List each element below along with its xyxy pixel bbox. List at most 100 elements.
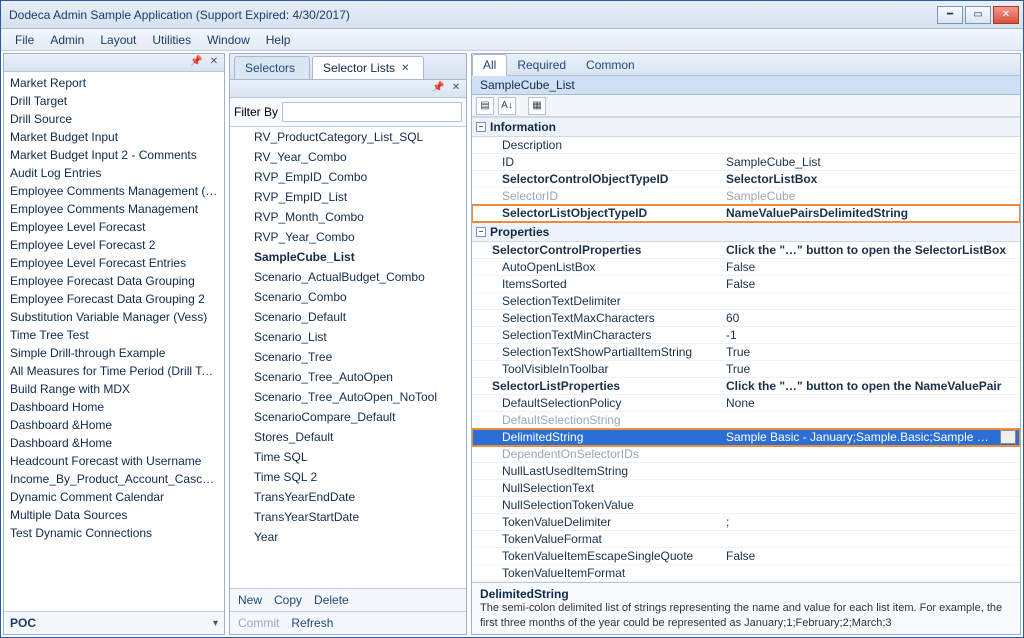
- list-item[interactable]: TransYearStartDate: [230, 507, 466, 527]
- category-information[interactable]: −Information: [472, 117, 1020, 137]
- property-value[interactable]: SampleCube_List: [722, 154, 1020, 170]
- tree-item[interactable]: Dashboard &Home: [4, 434, 224, 452]
- collapse-icon[interactable]: −: [476, 122, 486, 132]
- property-row[interactable]: TokenValueItemFormat: [472, 565, 1020, 582]
- list-item[interactable]: RV_ProductCategory_List_SQL: [230, 127, 466, 147]
- list-item[interactable]: RVP_EmpID_Combo: [230, 167, 466, 187]
- property-value[interactable]: [722, 293, 1020, 309]
- property-row[interactable]: SelectionTextShowPartialItemStringTrue: [472, 344, 1020, 361]
- property-row[interactable]: NullSelectionTokenValue: [472, 497, 1020, 514]
- property-row[interactable]: SelectionTextDelimiter: [472, 293, 1020, 310]
- list-item[interactable]: Scenario_ActualBudget_Combo: [230, 267, 466, 287]
- maximize-button[interactable]: ▭: [965, 6, 991, 24]
- list-item[interactable]: RVP_EmpID_List: [230, 187, 466, 207]
- selector-list[interactable]: RV_ProductCategory_List_SQLRV_Year_Combo…: [230, 127, 466, 588]
- new-action[interactable]: New: [238, 593, 262, 607]
- property-value[interactable]: [722, 137, 1020, 153]
- property-value[interactable]: [722, 412, 1020, 428]
- property-value[interactable]: None: [722, 395, 1020, 411]
- list-item[interactable]: RVP_Year_Combo: [230, 227, 466, 247]
- property-row[interactable]: SelectorControlPropertiesClick the "…" b…: [472, 242, 1020, 259]
- property-grid[interactable]: −InformationDescriptionIDSampleCube_List…: [472, 117, 1020, 582]
- property-row[interactable]: IDSampleCube_List: [472, 154, 1020, 171]
- property-value[interactable]: False: [722, 276, 1020, 292]
- property-value[interactable]: [722, 446, 1020, 462]
- property-value[interactable]: [722, 531, 1020, 547]
- property-row[interactable]: SelectorListPropertiesClick the "…" butt…: [472, 378, 1020, 395]
- list-item[interactable]: Time SQL 2: [230, 467, 466, 487]
- panel-close-icon[interactable]: ✕: [208, 57, 220, 69]
- list-item[interactable]: Scenario_Tree_AutoOpen: [230, 367, 466, 387]
- property-row[interactable]: TokenValueFormat: [472, 531, 1020, 548]
- tree-item[interactable]: Dynamic Comment Calendar: [4, 488, 224, 506]
- tree-item[interactable]: Market Report: [4, 74, 224, 92]
- property-value[interactable]: Click the "…" button to open the Selecto…: [722, 242, 1020, 258]
- tree-item[interactable]: Simple Drill-through Example: [4, 344, 224, 362]
- tab-selectors[interactable]: Selectors: [234, 56, 310, 79]
- tree-item[interactable]: Drill Source: [4, 110, 224, 128]
- views-footer-label[interactable]: POC: [10, 616, 36, 630]
- property-value[interactable]: True: [722, 361, 1020, 377]
- close-button[interactable]: ✕: [993, 6, 1019, 24]
- property-row[interactable]: DefaultSelectionPolicyNone: [472, 395, 1020, 412]
- property-value[interactable]: 60: [722, 310, 1020, 326]
- prop-tab-all[interactable]: All: [472, 54, 507, 76]
- menu-file[interactable]: File: [7, 33, 42, 47]
- list-item[interactable]: Year: [230, 527, 466, 547]
- category-properties[interactable]: −Properties: [472, 222, 1020, 242]
- property-value[interactable]: True: [722, 344, 1020, 360]
- pin-icon[interactable]: 📌: [432, 83, 444, 95]
- list-item[interactable]: Time SQL: [230, 447, 466, 467]
- tree-item[interactable]: Substitution Variable Manager (Vess): [4, 308, 224, 326]
- list-item[interactable]: Stores_Default: [230, 427, 466, 447]
- ellipsis-button[interactable]: …: [1000, 430, 1016, 444]
- property-value[interactable]: ;: [722, 514, 1020, 530]
- tree-item[interactable]: Employee Level Forecast Entries: [4, 254, 224, 272]
- property-row[interactable]: SelectionTextMinCharacters-1: [472, 327, 1020, 344]
- tree-item[interactable]: Employee Forecast Data Grouping 2: [4, 290, 224, 308]
- prop-tab-required[interactable]: Required: [507, 55, 576, 75]
- property-row[interactable]: NullSelectionText: [472, 480, 1020, 497]
- tree-item[interactable]: Employee Comments Management: [4, 200, 224, 218]
- tree-item[interactable]: Employee Comments Management (E…: [4, 182, 224, 200]
- chevron-down-icon[interactable]: ▾: [213, 618, 218, 629]
- tree-item[interactable]: Multiple Data Sources: [4, 506, 224, 524]
- property-value[interactable]: NameValuePairsDelimitedString: [722, 205, 1020, 221]
- list-item[interactable]: RV_Year_Combo: [230, 147, 466, 167]
- property-row[interactable]: SelectorIDSampleCube: [472, 188, 1020, 205]
- property-value[interactable]: -1: [722, 327, 1020, 343]
- tree-item[interactable]: Time Tree Test: [4, 326, 224, 344]
- pin-icon[interactable]: 📌: [190, 57, 202, 69]
- tree-item[interactable]: Dashboard &Home: [4, 416, 224, 434]
- property-value[interactable]: SampleCube: [722, 188, 1020, 204]
- tree-item[interactable]: Headcount Forecast with Username: [4, 452, 224, 470]
- tree-item[interactable]: All Measures for Time Period (Drill Tar…: [4, 362, 224, 380]
- property-row[interactable]: TokenValueDelimiter;: [472, 514, 1020, 531]
- tree-item[interactable]: Income_By_Product_Account_Cascade: [4, 470, 224, 488]
- property-row[interactable]: NullLastUsedItemString: [472, 463, 1020, 480]
- menu-window[interactable]: Window: [199, 33, 258, 47]
- property-row[interactable]: TokenValueItemEscapeSingleQuoteFalse: [472, 548, 1020, 565]
- panel-close-icon[interactable]: ✕: [450, 83, 462, 95]
- tree-item[interactable]: Employee Level Forecast 2: [4, 236, 224, 254]
- copy-action[interactable]: Copy: [274, 593, 302, 607]
- close-icon[interactable]: ✕: [401, 63, 409, 74]
- property-value[interactable]: False: [722, 259, 1020, 275]
- property-row[interactable]: DelimitedStringSample Basic - January;Sa…: [472, 429, 1020, 446]
- alphabetical-button[interactable]: A↓: [498, 97, 516, 115]
- minimize-button[interactable]: ━: [937, 6, 963, 24]
- list-item[interactable]: RVP_Month_Combo: [230, 207, 466, 227]
- list-item[interactable]: ScenarioCompare_Default: [230, 407, 466, 427]
- menu-admin[interactable]: Admin: [42, 33, 92, 47]
- property-value[interactable]: SelectorListBox: [722, 171, 1020, 187]
- property-row[interactable]: SelectionTextMaxCharacters60: [472, 310, 1020, 327]
- menu-utilities[interactable]: Utilities: [144, 33, 199, 47]
- refresh-action[interactable]: Refresh: [291, 616, 333, 630]
- list-item[interactable]: TransYearEndDate: [230, 487, 466, 507]
- list-item[interactable]: SampleCube_List: [230, 247, 466, 267]
- property-row[interactable]: ItemsSortedFalse: [472, 276, 1020, 293]
- tree-item[interactable]: Test Dynamic Connections: [4, 524, 224, 542]
- menu-help[interactable]: Help: [258, 33, 299, 47]
- views-tree[interactable]: Market ReportDrill TargetDrill SourceMar…: [4, 72, 224, 611]
- property-row[interactable]: DefaultSelectionString: [472, 412, 1020, 429]
